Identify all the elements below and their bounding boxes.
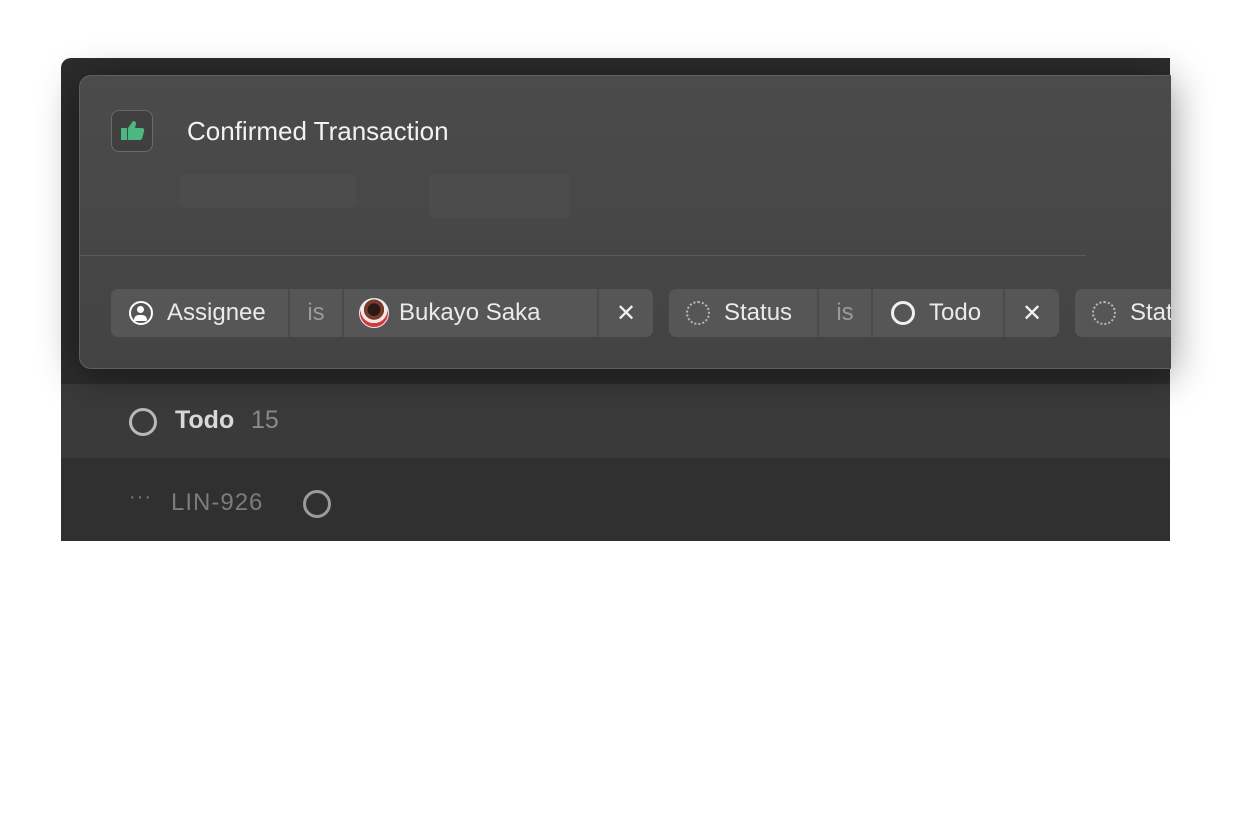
filter-value-label: Todo	[929, 299, 982, 326]
group-count: 15	[251, 406, 279, 434]
filter-operator[interactable]: is	[817, 289, 871, 337]
filter-field-label: Status	[724, 299, 793, 326]
filter-value-assignee[interactable]: Bukayo Saka	[342, 289, 597, 337]
thumbs-up-icon	[121, 121, 145, 140]
view-editor-panel: Confirmed Transaction Assignee is Bukayo…	[79, 75, 1171, 369]
remove-filter-button[interactable]: ✕	[1003, 289, 1059, 337]
filter-field-status[interactable]: Stat	[1075, 289, 1171, 337]
group-label: Todo	[175, 406, 235, 434]
divider	[80, 255, 1086, 256]
filter-chip-status: Status is Todo ✕	[669, 289, 1059, 337]
filter-value-status[interactable]: Todo	[871, 289, 1003, 337]
todo-circle-icon	[891, 301, 915, 325]
description-placeholder[interactable]	[180, 174, 356, 208]
filter-field-label: Assignee	[167, 299, 266, 326]
filter-operator[interactable]: is	[288, 289, 342, 337]
more-options-icon[interactable]: ···	[129, 486, 152, 509]
view-icon-button[interactable]	[111, 110, 153, 152]
todo-circle-icon	[129, 408, 157, 436]
remove-filter-button[interactable]: ✕	[597, 289, 653, 337]
filter-field-status[interactable]: Status	[669, 289, 817, 337]
issue-id: LIN-926	[171, 489, 264, 516]
status-icon	[1092, 301, 1116, 325]
group-header-todo[interactable]: Todo 15	[61, 384, 1170, 458]
filter-chip-assignee: Assignee is Bukayo Saka ✕	[111, 289, 653, 337]
filter-value-label: Bukayo Saka	[399, 299, 541, 326]
todo-circle-icon[interactable]	[303, 490, 331, 518]
avatar	[359, 298, 389, 328]
description-placeholder[interactable]	[429, 174, 570, 218]
filter-chip-status-2: Stat	[1075, 289, 1171, 337]
filter-field-label: Stat	[1130, 299, 1171, 326]
view-title-input[interactable]: Confirmed Transaction	[187, 116, 449, 147]
filter-field-assignee[interactable]: Assignee	[111, 289, 288, 337]
issue-row[interactable]: ··· LIN-926	[61, 458, 1170, 541]
assignee-icon	[129, 301, 153, 325]
status-icon	[686, 301, 710, 325]
